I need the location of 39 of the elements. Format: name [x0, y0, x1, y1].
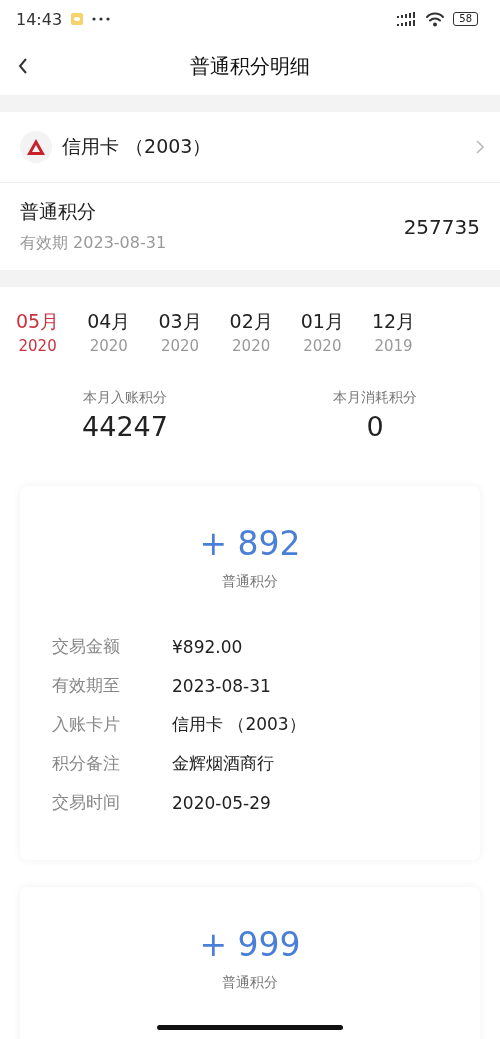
points-amount: + 892 — [198, 524, 302, 563]
summary-label: 本月入账积分 — [82, 389, 168, 407]
points-type: 普通积分 — [221, 573, 279, 591]
detail-label: 有效期至 — [52, 674, 121, 697]
points-amount: + 999 — [198, 925, 302, 964]
month-tab[interactable]: 12月 2019 — [371, 309, 416, 369]
detail-label: 交易金额 — [52, 635, 121, 658]
summary-value: 0 — [365, 411, 385, 442]
month-tab[interactable]: 02月 2020 — [229, 309, 273, 369]
detail-value: 2020-05-29 — [172, 792, 271, 813]
card-selector[interactable]: 信用卡 （2003） — [0, 95, 500, 183]
detail-label: 入账卡片 — [52, 713, 121, 736]
chevron-right-icon — [476, 140, 484, 154]
detail-label: 交易时间 — [52, 791, 121, 814]
month-tab[interactable]: 04月 2020 — [87, 309, 131, 369]
battery-level: 58 — [453, 12, 478, 26]
expiry-date: 有效期 2023-08-31 — [20, 233, 167, 254]
detail-label: 积分备注 — [52, 752, 121, 775]
month-tab[interactable]: 01月 2020 — [300, 309, 344, 369]
detail-value: ¥892.00 — [172, 636, 243, 657]
detail-value: 金辉烟酒商行 — [172, 752, 274, 775]
points-type: 普通积分 — [221, 974, 279, 992]
more-icon — [92, 17, 111, 21]
detail-value: 2023-08-31 — [172, 675, 271, 696]
month-tab[interactable]: 03月 2020 — [158, 309, 202, 369]
card-name: 信用卡 （2003） — [62, 134, 213, 159]
signal-icon — [397, 12, 418, 26]
wifi-icon — [425, 11, 446, 27]
summary-label: 本月消耗积分 — [332, 389, 418, 407]
month-tab[interactable]: 05月 2020 — [16, 309, 60, 369]
bank-logo-icon — [20, 131, 52, 163]
summary-value: 44247 — [81, 411, 169, 442]
detail-value: 信用卡 （2003） — [172, 713, 306, 736]
back-icon — [18, 57, 28, 75]
page-title: 普通积分明细 — [190, 53, 310, 80]
status-time: 14:43 — [16, 9, 63, 29]
notification-icon — [70, 12, 85, 26]
points-balance: 257735 — [403, 214, 480, 239]
points-label: 普通积分 — [20, 199, 97, 224]
